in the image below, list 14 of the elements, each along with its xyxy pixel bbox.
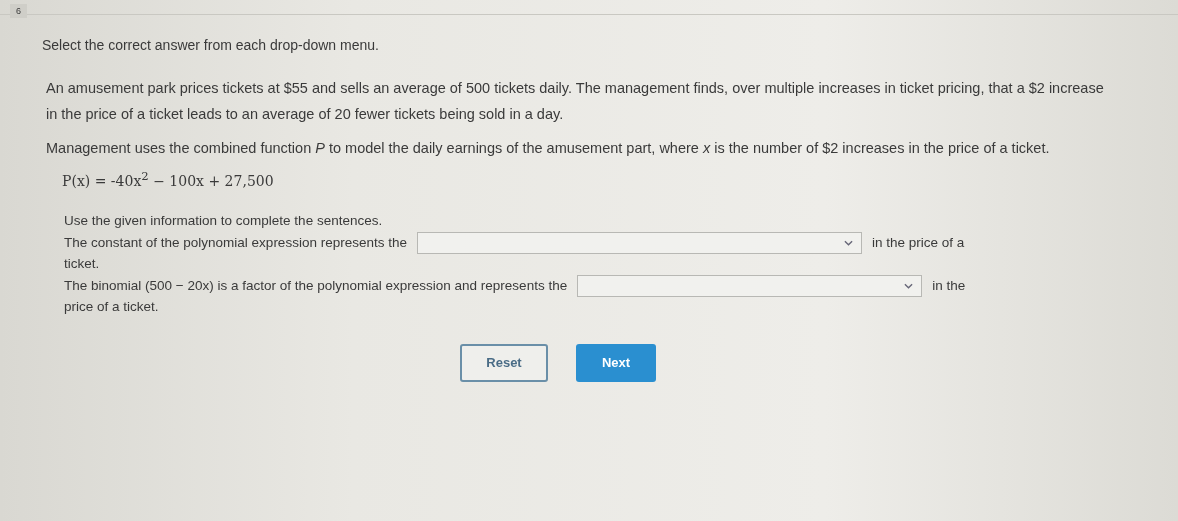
sentence-text: in the price of a [871,235,965,251]
sentence-text: in the [932,278,966,294]
formula: P(x) = -40x$^{2}$ − 100x + 27,500 [62,169,275,189]
sentence-text: The constant of the polynomial expression represents the [64,235,407,251]
sentence-text: The binomial (500 − 20x) is a factor of the polynomial expression and represents the [64,278,568,294]
sentence-text: ticket. [64,255,100,271]
sentence-text: price of a ticket. [64,298,159,314]
reset-button[interactable]: Reset [460,343,548,382]
question-number: 6 [10,4,27,18]
prompt-text: Use the given information to complete the sentences. [64,212,384,228]
question-paragraph: An amusement park prices tickets at $55 and sells an average of 500 tickets daily. The management finds, over multiple increases in ticket pricing, that a $2 increase in the price of a ticket leads to an average of 20 fewer tickets being sold in a day. [46,79,1105,124]
next-button[interactable]: Next [576,343,656,382]
question-paragraph: Management uses the combined function P to model the daily earnings of the amusement part, where x is the number of $2 increases in the price of a ticket. [46,139,1051,158]
instruction-text: Select the correct answer from each drop-down menu. [42,37,380,53]
